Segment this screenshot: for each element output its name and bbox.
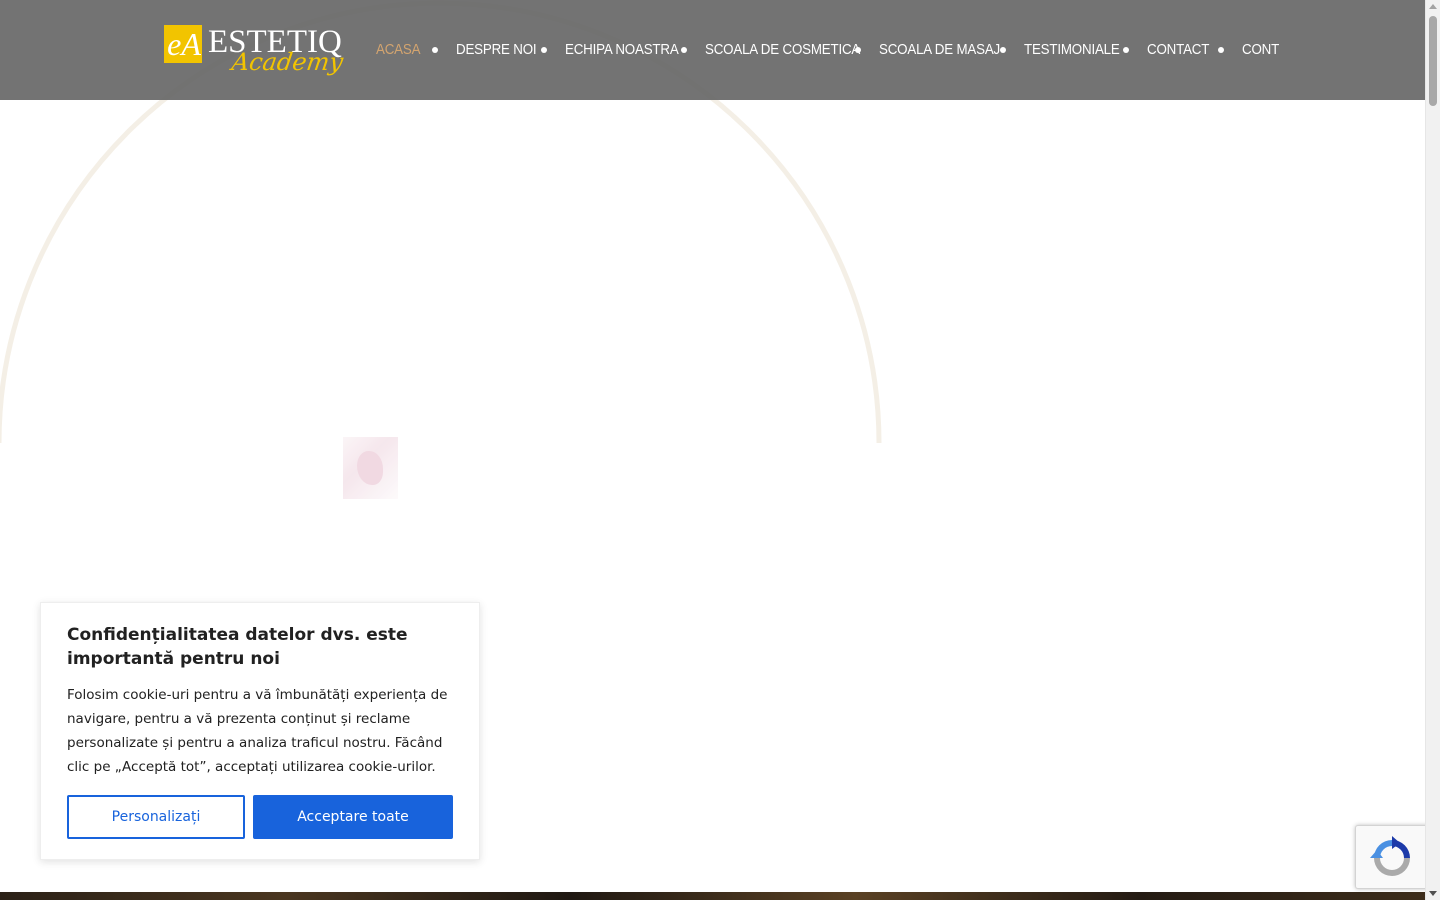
nav-separator-dot xyxy=(1123,47,1129,53)
hero-thumbnail-image xyxy=(343,437,398,499)
recaptcha-icon xyxy=(1370,836,1410,876)
nav-separator-dot xyxy=(1218,47,1224,53)
logo-script: Academy xyxy=(230,48,345,76)
scroll-down-arrow-icon[interactable] xyxy=(1429,891,1437,896)
logo-mark-text: eA xyxy=(167,26,201,62)
nav-separator-dot xyxy=(541,47,547,53)
site-header: eA ESTETIQ Academy ACASA DESPRE NOI ECHIPA… xyxy=(0,0,1425,100)
scroll-thumb[interactable] xyxy=(1429,16,1437,106)
accept-all-button[interactable]: Acceptare toate xyxy=(253,795,453,839)
cookie-consent-banner: Confidențialitatea datelor dvs. este imp… xyxy=(40,602,480,860)
cookie-description: Folosim cookie-uri pentru a vă îmbunătăț… xyxy=(67,687,448,775)
nav-separator-dot xyxy=(432,47,438,53)
logo-mark: eA xyxy=(164,25,202,63)
customize-button[interactable]: Personalizați xyxy=(67,795,245,839)
nav-item-scoala-de-cosmetica[interactable]: SCOALA DE COSMETICA xyxy=(705,42,860,58)
page: eA ESTETIQ Academy ACASA DESPRE NOI ECHIPA… xyxy=(0,0,1440,900)
page-scrollbar[interactable] xyxy=(1425,0,1440,900)
viewport: eA ESTETIQ Academy ACASA DESPRE NOI ECHIPA… xyxy=(0,0,1425,900)
nav-item-despre-noi[interactable]: DESPRE NOI xyxy=(456,42,537,58)
nav-separator-dot xyxy=(1000,47,1006,53)
nav-item-contact[interactable]: CONTACT xyxy=(1147,42,1209,58)
hero-image-strip xyxy=(0,892,1425,900)
nav-item-echipa-noastra[interactable]: ECHIPA NOASTRA xyxy=(565,42,679,58)
cookie-title: Confidențialitatea datelor dvs. este imp… xyxy=(67,625,408,669)
scroll-up-arrow-icon[interactable] xyxy=(1429,4,1437,9)
thumbnail-shape xyxy=(357,451,383,485)
nav-item-scoala-de-masaj[interactable]: SCOALA DE MASAJ xyxy=(879,42,1000,58)
nav-item-testimoniale[interactable]: TESTIMONIALE xyxy=(1024,42,1120,58)
site-logo[interactable]: eA ESTETIQ Academy xyxy=(164,22,345,80)
nav-item-acasa[interactable]: ACASA xyxy=(376,42,421,58)
recaptcha-badge[interactable] xyxy=(1355,825,1425,889)
nav-item-cont[interactable]: CONT xyxy=(1242,42,1279,58)
main-nav: ACASA DESPRE NOI ECHIPA NOASTRA SCOALA DE C… xyxy=(376,0,1279,100)
nav-separator-dot xyxy=(681,47,687,53)
